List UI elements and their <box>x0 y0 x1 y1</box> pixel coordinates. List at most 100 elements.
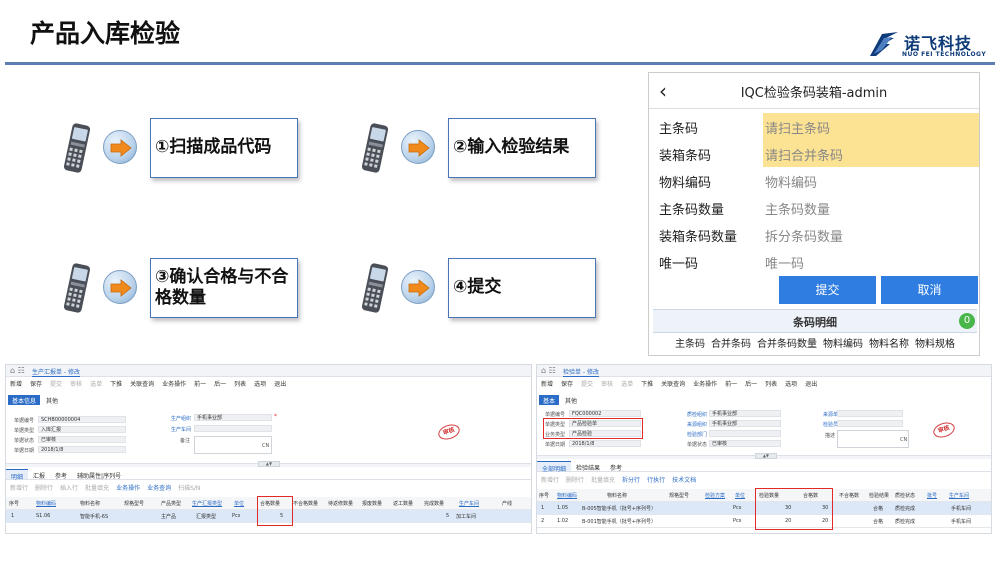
tab-serial[interactable]: 辅助属性|序列号 <box>72 469 126 480</box>
cell-code[interactable]: 1.05 <box>557 505 568 511</box>
toolbar-new[interactable]: 新增 <box>541 379 553 391</box>
toolbar-audit[interactable]: 审核 <box>70 379 82 391</box>
cell-unit[interactable]: Pcs <box>733 518 741 524</box>
toolbar-prev[interactable]: 前一 <box>725 379 737 391</box>
qc-org-label[interactable]: 质检组织 <box>687 411 707 418</box>
desc-textarea[interactable] <box>837 430 909 448</box>
toolbar-options[interactable]: 选项 <box>785 379 797 391</box>
cell-result[interactable]: 合格 <box>873 518 883 525</box>
cell-rtype[interactable]: 汇报类型 <box>196 513 216 520</box>
toolbar-submit[interactable]: 提交 <box>50 379 62 391</box>
toolbar-next[interactable]: 后一 <box>214 379 226 391</box>
toolbar-biz-op[interactable]: 业务操作 <box>162 379 186 391</box>
tab-detail[interactable]: 明细 <box>6 469 29 481</box>
source-label[interactable]: 来源单 <box>823 411 838 418</box>
toolbar-select[interactable]: 选单 <box>90 379 102 391</box>
submit-button[interactable]: 提交 <box>779 276 876 304</box>
org-field[interactable]: 手机事业部 <box>194 414 272 421</box>
toolbar-submit[interactable]: 提交 <box>581 379 593 391</box>
col-header[interactable]: 单位 <box>735 492 745 499</box>
packing-barcode-input[interactable]: 请扫合并条码 <box>763 140 979 167</box>
toolbar-new[interactable]: 新增 <box>10 379 22 391</box>
toolbar-push[interactable]: 下推 <box>641 379 653 391</box>
inspector-label[interactable]: 检验员 <box>823 421 838 428</box>
cell-unit[interactable]: Pcs <box>733 505 741 511</box>
source-field[interactable] <box>837 410 903 417</box>
document-tab[interactable]: 检验单 - 修改 <box>563 367 599 377</box>
tool-tech-doc[interactable]: 技术文档 <box>672 475 696 485</box>
cancel-button[interactable]: 取消 <box>881 276 978 304</box>
splitter[interactable]: ▲▼ <box>6 461 531 467</box>
toolbar-prev[interactable]: 前一 <box>194 379 206 391</box>
remark-textarea[interactable] <box>194 436 272 454</box>
material-code-field[interactable]: 物料编码 <box>763 167 979 194</box>
doc-status-field[interactable]: 已审核 <box>38 436 126 443</box>
doc-date-field[interactable]: 2018/1/8 <box>569 440 641 447</box>
toolbar-related[interactable]: 关联查询 <box>661 379 685 391</box>
toolbar-list[interactable]: 列表 <box>234 379 246 391</box>
split-barcode-qty-field[interactable]: 拆分条码数量 <box>763 221 979 248</box>
col-header[interactable]: 检验方案 <box>705 492 725 499</box>
workshop-field[interactable] <box>194 425 272 432</box>
qc-dept-field[interactable] <box>709 430 781 437</box>
tool-row-exec[interactable]: 行执行 <box>647 475 665 485</box>
cell-unit[interactable]: Pcs <box>232 513 240 519</box>
cell-workshop[interactable]: 加工车间 <box>456 513 476 520</box>
tab-inspection-result[interactable]: 检验结果 <box>571 461 605 472</box>
toolbar-audit[interactable]: 审核 <box>601 379 613 391</box>
home-icon[interactable]: ⌂ ☷ <box>541 366 556 375</box>
doc-status-field[interactable]: 已审核 <box>709 440 781 447</box>
cell-code[interactable]: S1.06 <box>36 513 50 519</box>
document-tab[interactable]: 生产汇报单 - 修改 <box>32 367 80 377</box>
tool-add-row[interactable]: 新增行 <box>541 475 559 485</box>
unique-code-field[interactable]: 唯一码 <box>763 248 979 275</box>
toolbar-list[interactable]: 列表 <box>765 379 777 391</box>
qc-org-field[interactable]: 手机事业部 <box>709 410 781 417</box>
doc-no-field[interactable]: FQC000002 <box>569 410 641 417</box>
toolbar-exit[interactable]: 退出 <box>805 379 817 391</box>
toolbar-select[interactable]: 选单 <box>621 379 633 391</box>
tab-reference[interactable]: 参考 <box>50 469 72 480</box>
tool-add-row[interactable]: 新增行 <box>10 483 28 493</box>
toolbar-related[interactable]: 关联查询 <box>130 379 154 391</box>
main-barcode-qty-field[interactable]: 主条码数量 <box>763 194 979 221</box>
col-header[interactable]: 生产车间 <box>459 500 479 507</box>
tool-scan-sn[interactable]: 扫描S/N <box>178 483 200 493</box>
toolbar-biz-op[interactable]: 业务操作 <box>693 379 717 391</box>
toolbar-save[interactable]: 保存 <box>30 379 42 391</box>
toolbar-exit[interactable]: 退出 <box>274 379 286 391</box>
toolbar-push[interactable]: 下推 <box>110 379 122 391</box>
tool-biz-query[interactable]: 业务查询 <box>147 483 171 493</box>
cell-workshop[interactable]: 手机车间 <box>951 505 971 512</box>
doc-no-field[interactable]: SCHB00000004 <box>38 416 126 423</box>
src-org-label[interactable]: 来源组织 <box>687 421 707 428</box>
toolbar-options[interactable]: 选项 <box>254 379 266 391</box>
toolbar-next[interactable]: 后一 <box>745 379 757 391</box>
tab-basic-info[interactable]: 基本信息 <box>8 395 41 405</box>
language-tag[interactable]: CN <box>262 443 269 449</box>
splitter-handle[interactable]: ▲▼ <box>754 453 777 459</box>
org-label[interactable]: 生产组织 <box>171 415 191 422</box>
inspector-field[interactable] <box>837 420 903 427</box>
src-org-field[interactable]: 手机事业部 <box>709 420 781 427</box>
workshop-label[interactable]: 生产车间 <box>171 426 191 433</box>
barcode-detail-bar[interactable]: 条码明细 0 <box>653 309 977 333</box>
main-barcode-input[interactable]: 请扫主条码 <box>763 113 979 140</box>
tab-other[interactable]: 其他 <box>561 395 581 405</box>
cell-result[interactable]: 合格 <box>873 505 883 512</box>
tool-batch-fill[interactable]: 批量填充 <box>85 483 109 493</box>
tool-delete-row[interactable]: 删除行 <box>35 483 53 493</box>
col-header[interactable]: 生产车间 <box>949 492 969 499</box>
tool-delete-row[interactable]: 删除行 <box>566 475 584 485</box>
splitter-handle[interactable]: ▲▼ <box>258 461 280 467</box>
tab-reference[interactable]: 参考 <box>605 461 627 472</box>
tab-all-detail[interactable]: 全部明细 <box>537 461 572 473</box>
doc-date-field[interactable]: 2018/1/8 <box>38 446 126 453</box>
language-tag[interactable]: CN <box>900 437 907 443</box>
qc-dept-label[interactable]: 检验部门 <box>687 431 707 438</box>
cell-code[interactable]: 1.02 <box>557 518 568 524</box>
toolbar-save[interactable]: 保存 <box>561 379 573 391</box>
col-header[interactable]: 生产汇报类型 <box>192 500 222 507</box>
col-header[interactable]: 批号 <box>927 492 937 499</box>
col-header[interactable]: 物料编码 <box>557 492 577 499</box>
